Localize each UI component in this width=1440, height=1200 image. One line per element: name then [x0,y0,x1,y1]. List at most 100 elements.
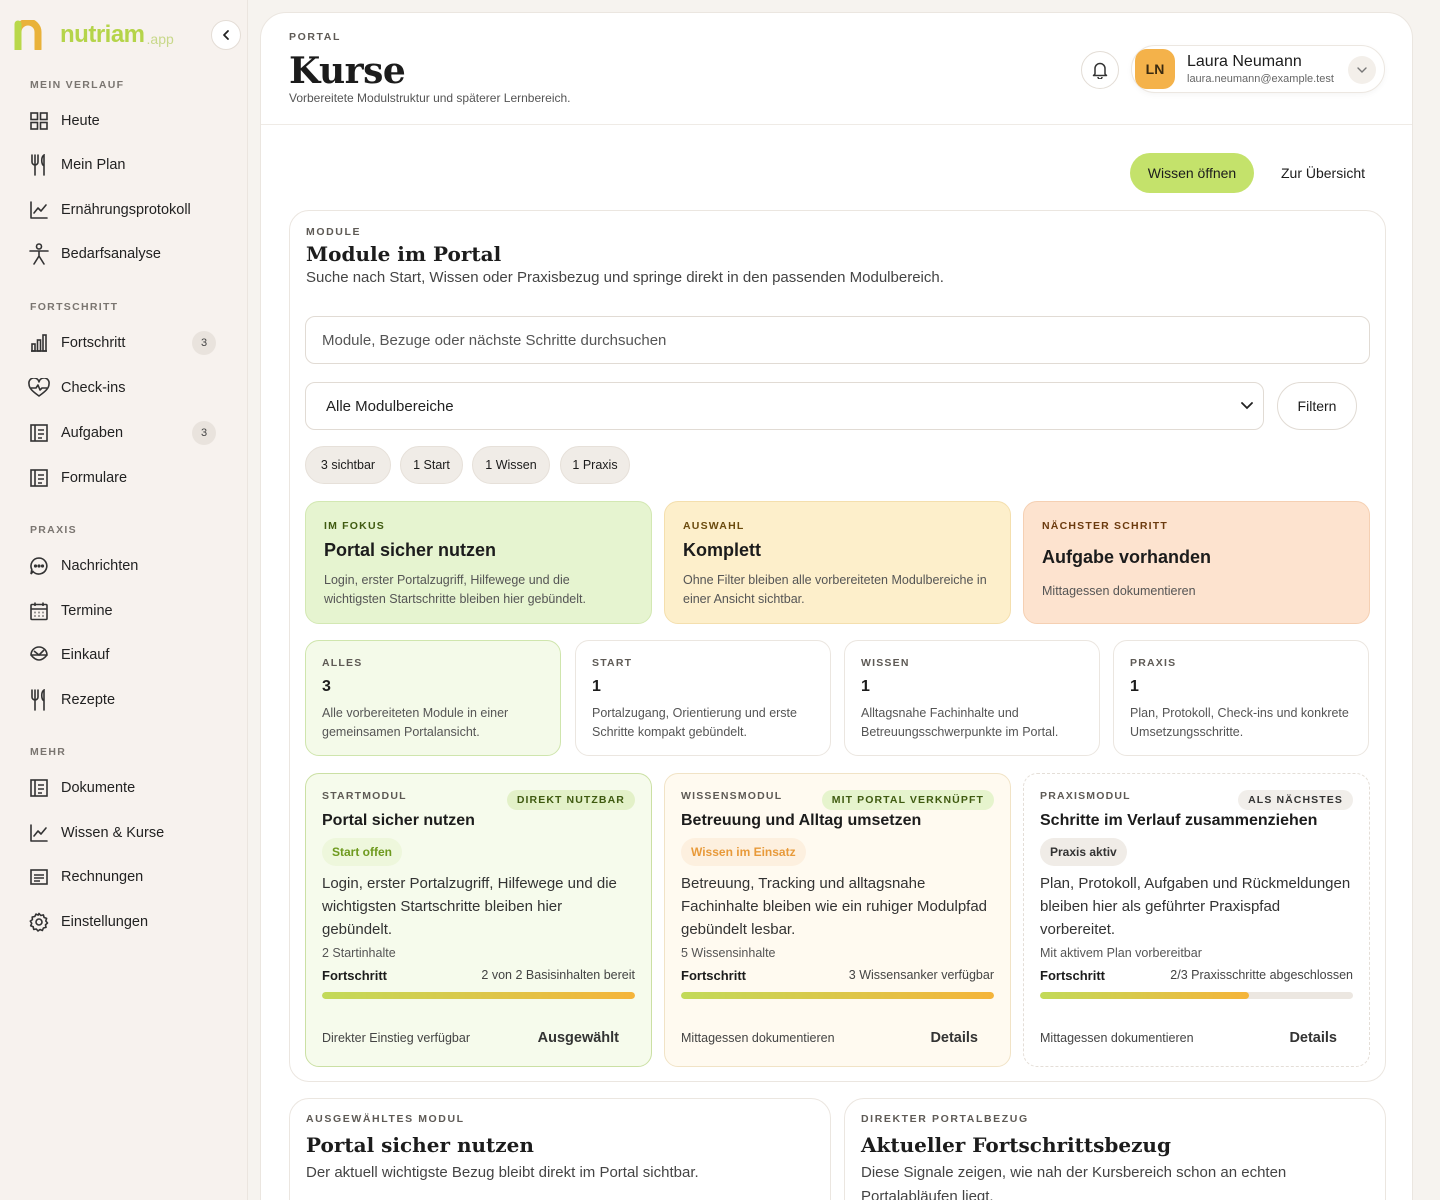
progress-label: Fortschritt [322,968,387,983]
search-input[interactable]: Module, Bezuge oder nächste Schritte dur… [305,316,1370,364]
sidebar-item-einstellungen[interactable]: Einstellungen [28,906,218,938]
card-description: Ohne Filter bleiben alle vorbereiteten M… [683,573,987,606]
sidebar-item-formulare[interactable]: Formulare [28,462,218,494]
module-status: Wissen im Einsatz [681,838,806,866]
stat-card-praxis[interactable]: PRAXIS 1 Plan, Protokoll, Check-ins und … [1113,640,1369,756]
module-footer: Mittagessen dokumentieren [681,1031,835,1045]
card-title: Portal sicher nutzen [324,540,497,560]
open-knowledge-button[interactable]: Wissen öffnen [1130,153,1254,193]
stat-card-start[interactable]: START 1 Portalzugang, Orientierung und e… [575,640,831,756]
progress-text: 2 von 2 Basisinhalten bereit [481,968,635,982]
progress-label: Fortschritt [681,968,746,983]
module-action-button[interactable]: Ausgewählt [538,1030,619,1046]
chevron-down-icon[interactable] [1348,56,1376,84]
progress-label: Fortschritt [1040,968,1105,983]
page-header: PORTAL Kurse Vorbereitete Modulstruktur … [261,13,1412,125]
sidebar-item-bedarfsanalyse[interactable]: Bedarfsanalyse [28,238,218,270]
sidebar-item-rezepte[interactable]: Rezepte [28,684,218,716]
stat-kicker: PRAXIS [1130,657,1177,669]
stat-description: Alltagsnahe Fachinhalte und Betreuungssc… [861,706,1059,739]
module-card-start[interactable]: STARTMODUL DIREKT NUTZBAR Portal sicher … [305,773,652,1067]
notifications-button[interactable] [1081,51,1119,89]
card-kicker: NÄCHSTER SCHRITT [1042,520,1168,532]
stat-card-wissen[interactable]: WISSEN 1 Alltagsnahe Fachinhalte und Bet… [844,640,1100,756]
section-eyebrow: MODULE [306,226,362,238]
sidebar-item-mein-plan[interactable]: Mein Plan [28,149,218,181]
sidebar-item-rechnungen[interactable]: Rechnungen [28,861,218,893]
progress-row: Fortschritt 2/3 Praxisschritte abgeschlo… [1040,968,1353,983]
chip-praxis[interactable]: 1 Praxis [560,446,630,484]
section-subtitle: Suche nach Start, Wissen oder Praxisbezu… [306,269,944,286]
main-panel: PORTAL Kurse Vorbereitete Modulstruktur … [260,12,1413,1200]
stat-count: 1 [592,678,601,695]
chip-visible[interactable]: 3 sichtbar [305,446,391,484]
chip-start[interactable]: 1 Start [400,446,463,484]
page-title: Kurse [289,50,406,92]
select-value: Alle Modulbereiche [326,397,454,415]
brand-name: nutriam [60,21,145,48]
sidebar: nutriam .app MEIN VERLAUF Heute Mein Pla… [0,0,248,1200]
module-status: Start offen [322,838,402,866]
cutlery-icon [28,689,50,711]
sidebar-item-fortschritt[interactable]: Fortschritt 3 [28,327,218,359]
sidebar-item-heute[interactable]: Heute [28,105,218,137]
brand-logo[interactable]: nutriam .app [14,18,174,53]
sidebar-item-label: Einkauf [61,647,110,663]
module-count: 5 Wissensinhalte [681,946,776,960]
sidebar-item-dokumente[interactable]: Dokumente [28,772,218,804]
invoice-icon [28,866,50,888]
card-title: Komplett [683,540,761,560]
user-menu[interactable]: LN Laura Neumann laura.neumann@example.t… [1131,45,1385,93]
nav-section-label: PRAXIS [30,524,77,536]
sidebar-item-ernaehrungsprotokoll[interactable]: Ernährungsprotokoll [28,194,218,226]
bell-icon [1092,62,1108,79]
collapse-sidebar-button[interactable] [211,20,241,50]
progress-row: Fortschritt 3 Wissensanker verfügbar [681,968,994,983]
nav-section-label: FORTSCHRITT [30,301,119,313]
module-area-select[interactable]: Alle Modulbereiche [305,382,1264,430]
stat-count: 3 [322,678,331,695]
sidebar-item-label: Heute [61,113,100,129]
card-title: Aufgabe vorhanden [1042,547,1212,567]
document-icon [28,777,50,799]
module-card-wissen[interactable]: WISSENSMODUL MIT PORTAL VERKNÜPFT Betreu… [664,773,1011,1067]
module-action-button[interactable]: Details [1289,1030,1337,1046]
stat-card-all[interactable]: ALLES 3 Alle vorbereiteten Module in ein… [305,640,561,756]
sidebar-item-termine[interactable]: Termine [28,595,218,627]
progress-text: 2/3 Praxisschritte abgeschlossen [1170,968,1353,982]
module-count: 2 Startinhalte [322,946,396,960]
sidebar-item-check-ins[interactable]: Check-ins [28,372,218,404]
module-description: Plan, Protokoll, Aufgaben und Rückmeldun… [1040,875,1351,938]
selection-card[interactable]: AUSWAHL Komplett Ohne Filter bleiben all… [664,501,1011,624]
heart-pulse-icon [28,377,50,399]
nav-section-label: MEHR [30,746,67,758]
sidebar-item-einkauf[interactable]: Einkauf [28,639,218,671]
search-placeholder: Module, Bezuge oder nächste Schritte dur… [322,331,667,349]
gear-icon [28,911,50,933]
focus-card[interactable]: IM FOKUS Portal sicher nutzen Login, ers… [305,501,652,624]
user-email: laura.neumann@example.test [1187,73,1334,85]
progress-fill [681,992,994,999]
overview-link[interactable]: Zur Übersicht [1269,153,1377,193]
page-subtitle: Vorbereitete Modulstruktur und späterer … [289,91,571,105]
sidebar-item-aufgaben[interactable]: Aufgaben 3 [28,417,218,449]
sidebar-item-wissen-kurse[interactable]: Wissen & Kurse [28,817,218,849]
next-step-card[interactable]: NÄCHSTER SCHRITT Aufgabe vorhanden Mitta… [1023,501,1370,624]
sidebar-item-nachrichten[interactable]: Nachrichten [28,550,218,582]
module-card-praxis[interactable]: PRAXISMODUL ALS NÄCHSTES Schritte im Ver… [1023,773,1370,1067]
stat-count: 1 [1130,678,1139,695]
sidebar-item-label: Dokumente [61,780,136,796]
module-description: Betreuung, Tracking und alltagsnahe Fach… [681,875,988,938]
chip-wissen[interactable]: 1 Wissen [472,446,550,484]
filter-button[interactable]: Filtern [1277,382,1357,430]
progress-row: Fortschritt 2 von 2 Basisinhalten bereit [322,968,635,983]
sidebar-item-label: Ernährungsprotokoll [61,202,191,218]
form-icon [28,467,50,489]
stat-kicker: WISSEN [861,657,910,669]
count-badge: 3 [192,421,216,445]
stat-description: Plan, Protokoll, Check-ins und konkrete … [1130,706,1349,739]
chevron-down-icon [1241,399,1253,413]
card-description: Mittagessen dokumentieren [1042,584,1196,598]
module-action-button[interactable]: Details [930,1030,978,1046]
module-tag: ALS NÄCHSTES [1238,790,1353,810]
